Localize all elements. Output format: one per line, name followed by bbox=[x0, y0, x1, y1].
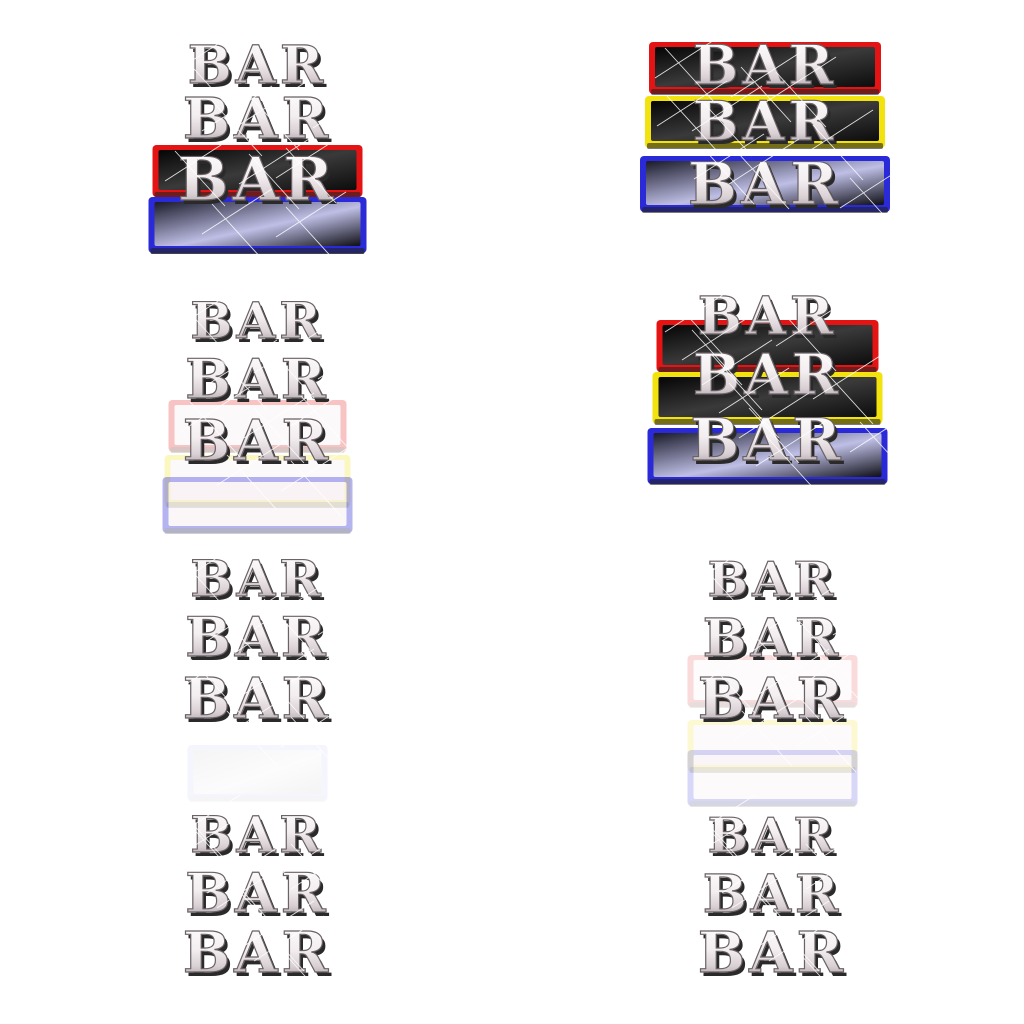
bar-symbol-graphic: BARBARBARBARBARBAR bbox=[169, 542, 389, 801]
bar-symbol-graphic: BARBARBARBARBARBAR bbox=[647, 285, 921, 492]
sprite-frame-7: BAR BAR BAR BAR BAR BAR bbox=[150, 794, 389, 990]
bar-symbol-graphic: BARBARBARBARBARBAR bbox=[169, 794, 389, 990]
bar-label: BAR bbox=[698, 920, 847, 986]
bar-label: BAR bbox=[698, 286, 838, 347]
bar-label: BAR bbox=[703, 864, 843, 925]
bar-plate bbox=[162, 477, 353, 534]
bar-label: BAR bbox=[190, 291, 325, 350]
bar-label: BAR bbox=[183, 666, 332, 732]
bar-label: BAR bbox=[693, 33, 837, 97]
bar-label: BAR bbox=[703, 608, 843, 669]
bar-plate bbox=[687, 750, 858, 807]
bar-label: BAR bbox=[698, 666, 847, 732]
bar-label: BAR bbox=[183, 86, 332, 152]
sprite-frame-4: BAR BAR BAR BAR BAR BAR bbox=[645, 285, 921, 497]
sprite-frame-6: BAR BAR BAR BAR BAR BAR bbox=[665, 542, 904, 807]
bar-symbol-graphic: BARBARBARBARBARBAR bbox=[148, 32, 384, 263]
sprite-frame-1: BAR BAR BAR BAR BAR BAR bbox=[145, 32, 384, 263]
bar-label: BAR bbox=[185, 347, 329, 411]
sprite-frame-5: BAR BAR BAR BAR BAR BAR bbox=[150, 542, 389, 801]
sprite-frame-3: BAR BAR BAR BAR BAR BAR bbox=[150, 286, 389, 534]
bar-label: BAR bbox=[185, 861, 329, 925]
bar-label: BAR bbox=[693, 342, 842, 408]
bar-symbol-graphic: BARBARBARBARBARBAR bbox=[162, 286, 389, 534]
bar-label: BAR bbox=[688, 150, 842, 218]
bar-label: BAR bbox=[693, 89, 837, 153]
sprite-frame-2: BAR BAR BAR BAR BAR BAR bbox=[635, 32, 911, 234]
bar-label: BAR bbox=[183, 920, 332, 986]
bar-plate bbox=[187, 745, 328, 801]
bar-label: BAR bbox=[690, 406, 844, 474]
bar-label: BAR bbox=[708, 808, 838, 864]
bar-symbol-graphic: BARBARBARBARBARBAR bbox=[684, 542, 904, 807]
bar-symbol-graphic: BARBARBARBARBARBAR bbox=[684, 794, 904, 990]
bar-label: BAR bbox=[190, 549, 325, 608]
sprite-frame-8: BAR BAR BAR BAR BAR BAR bbox=[665, 794, 904, 990]
bar-symbol-graphic: BARBARBARBARBARBAR bbox=[640, 32, 911, 234]
bar-label: BAR bbox=[183, 408, 332, 474]
